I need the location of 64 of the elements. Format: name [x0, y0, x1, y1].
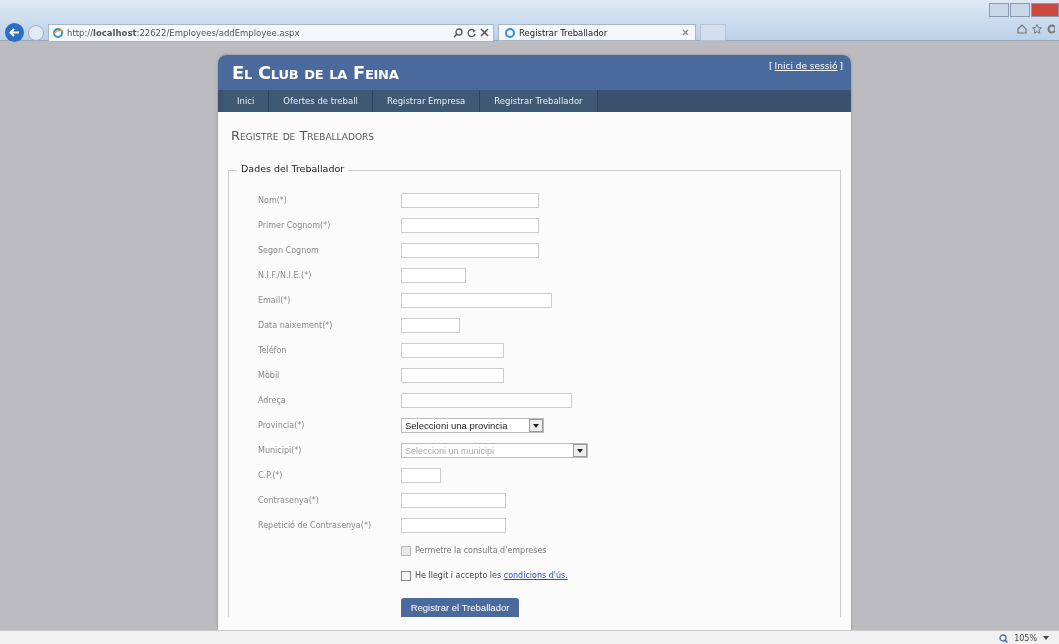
terms-link[interactable]: condicions d'ús.: [503, 571, 568, 580]
dropdown[interactable]: Seleccioni una provincia: [401, 418, 544, 433]
field-label: Nom(*): [258, 196, 288, 205]
checkbox-label: Permetre la consulta d'empreses: [415, 546, 547, 555]
zoom-icon[interactable]: [999, 633, 1009, 643]
input-field[interactable]: [401, 493, 506, 508]
input-field[interactable]: [401, 218, 539, 233]
minimize-button[interactable]: [989, 3, 1009, 17]
field-label: Segon Cognom: [258, 246, 320, 255]
page-icon: [505, 27, 515, 38]
browser-logo-icon: [53, 27, 63, 38]
field-label: Provincia(*): [258, 421, 306, 430]
bracket: [: [769, 61, 773, 71]
field-label: Contrasenya(*): [258, 496, 320, 505]
url-text: http://localhost:22622/Employees/addEmployee.aspx: [67, 27, 301, 38]
stop-icon[interactable]: [480, 28, 489, 37]
register-button[interactable]: Registrar el Treballador: [401, 598, 519, 617]
nav-item[interactable]: Registrar Empresa: [372, 90, 481, 112]
arrow-icon: [9, 27, 20, 38]
field-label: Primer Cognom(*): [258, 221, 332, 230]
input-field[interactable]: [401, 293, 552, 308]
input-field[interactable]: [401, 343, 504, 358]
checkbox[interactable]: [401, 570, 411, 581]
zoom-level[interactable]: 105%: [1014, 633, 1037, 643]
field-label: Municipi(*): [258, 446, 303, 455]
new-tab-button[interactable]: [700, 24, 726, 41]
restore-button[interactable]: [1010, 3, 1030, 17]
input-field[interactable]: [401, 243, 539, 258]
address-bar[interactable]: http://localhost:22622/Employees/addEmployee.aspx: [48, 23, 494, 42]
fieldset-legend: Dades del Treballador: [237, 163, 349, 174]
search-icon[interactable]: [453, 27, 463, 38]
browser-tab[interactable]: Registrar Treballador: [498, 24, 696, 41]
caret-icon[interactable]: [1043, 636, 1049, 640]
input-field[interactable]: [401, 318, 460, 333]
field-label: N.I.F./N.I.E.(*): [258, 271, 313, 280]
login-link[interactable]: Inici de sessió: [774, 61, 838, 71]
star-icon[interactable]: [1032, 24, 1042, 34]
field-label: Adreça: [258, 396, 287, 405]
refresh-icon[interactable]: [467, 27, 476, 38]
page-heading: Registre de Treballadors: [231, 128, 375, 143]
input-field[interactable]: [401, 368, 504, 383]
nav-item[interactable]: Registrar Treballador: [480, 90, 598, 112]
checkbox-label: He llegit i accepto les condicions d'ús.: [415, 571, 568, 580]
nav-item[interactable]: Inici: [223, 90, 270, 112]
settings-icon[interactable]: [1047, 24, 1055, 34]
nav-item[interactable]: Ofertes de treball: [269, 90, 373, 112]
input-field[interactable]: [401, 393, 572, 408]
close-button[interactable]: [1031, 3, 1059, 17]
input-field[interactable]: [401, 518, 506, 533]
forward-button[interactable]: [28, 24, 44, 41]
field-label: Teléfon: [258, 346, 288, 355]
field-label: Data naixement(*): [258, 321, 334, 330]
bracket: ]: [839, 61, 843, 71]
close-tab-icon[interactable]: [682, 29, 689, 36]
input-field[interactable]: [401, 193, 539, 208]
field-label: Email(*): [258, 296, 292, 305]
input-field[interactable]: [401, 468, 441, 483]
field-label: Mòbil: [258, 371, 281, 380]
site-title: El Club de la Feina: [232, 62, 399, 83]
field-label: Repetició de Contrasenya(*): [258, 521, 372, 530]
input-field[interactable]: [401, 268, 466, 283]
back-button[interactable]: [5, 23, 24, 42]
field-label: C.P.(*): [258, 471, 284, 480]
home-icon[interactable]: [1017, 24, 1027, 34]
